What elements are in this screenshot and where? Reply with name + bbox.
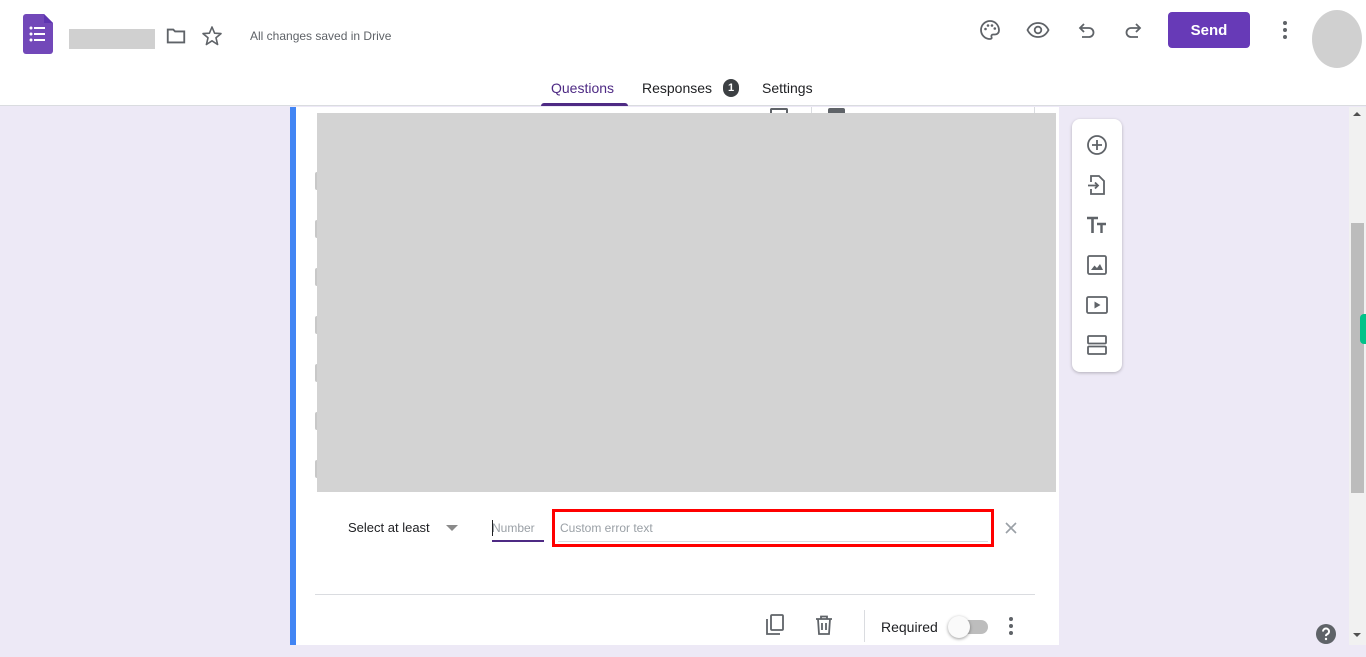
save-status: All changes saved in Drive xyxy=(250,29,392,43)
card-footer-divider xyxy=(315,594,1035,595)
duplicate-icon[interactable] xyxy=(763,613,787,637)
palette-icon[interactable] xyxy=(978,18,1002,42)
side-panel-tab[interactable] xyxy=(1360,314,1366,344)
form-title-redacted[interactable] xyxy=(69,29,155,49)
text-cursor xyxy=(492,520,493,536)
redo-icon[interactable] xyxy=(1122,18,1146,42)
help-icon[interactable] xyxy=(1315,623,1337,645)
custom-error-text-input[interactable] xyxy=(558,514,988,542)
tab-questions[interactable]: Questions xyxy=(551,80,614,96)
import-icon[interactable] xyxy=(1085,173,1109,197)
active-card-indicator xyxy=(290,107,296,645)
star-icon[interactable] xyxy=(200,24,224,48)
send-button[interactable]: Send xyxy=(1168,12,1250,48)
required-toggle-thumb[interactable] xyxy=(948,616,970,638)
dropdown-arrow-icon[interactable] xyxy=(446,525,458,531)
more-vert-icon[interactable] xyxy=(1273,18,1297,42)
folder-icon[interactable] xyxy=(165,25,187,47)
active-tab-indicator xyxy=(541,103,628,106)
responses-count-badge: 1 xyxy=(723,79,739,97)
tab-settings[interactable]: Settings xyxy=(762,80,813,96)
account-avatar[interactable] xyxy=(1312,10,1362,68)
undo-icon[interactable] xyxy=(1074,18,1098,42)
close-icon[interactable] xyxy=(1002,519,1020,537)
validation-rule-select[interactable]: Select at least xyxy=(348,520,430,535)
scroll-down-arrow-icon[interactable] xyxy=(1353,633,1361,637)
title-text-icon[interactable] xyxy=(1085,213,1109,237)
add-circle-icon[interactable] xyxy=(1085,133,1109,157)
tab-responses[interactable]: Responses xyxy=(642,80,712,96)
question-content-redacted xyxy=(317,113,1056,492)
form-tabs: Questions Responses 1 Settings xyxy=(0,70,1366,106)
eye-icon[interactable] xyxy=(1026,18,1050,42)
more-vert-icon[interactable] xyxy=(999,614,1023,638)
delete-icon[interactable] xyxy=(812,613,836,637)
image-icon[interactable] xyxy=(1085,253,1109,277)
video-icon[interactable] xyxy=(1085,293,1109,317)
scroll-up-arrow-icon[interactable] xyxy=(1353,112,1361,116)
scrollbar-thumb[interactable] xyxy=(1351,223,1364,493)
validation-number-input[interactable] xyxy=(492,516,544,542)
section-icon[interactable] xyxy=(1085,333,1109,357)
custom-error-field-highlight xyxy=(552,509,994,547)
required-label: Required xyxy=(881,619,938,635)
google-forms-icon[interactable] xyxy=(23,14,53,54)
app-header: All changes saved in Drive Send Question… xyxy=(0,0,1366,106)
question-toolbar xyxy=(1072,119,1122,372)
divider xyxy=(864,610,865,642)
